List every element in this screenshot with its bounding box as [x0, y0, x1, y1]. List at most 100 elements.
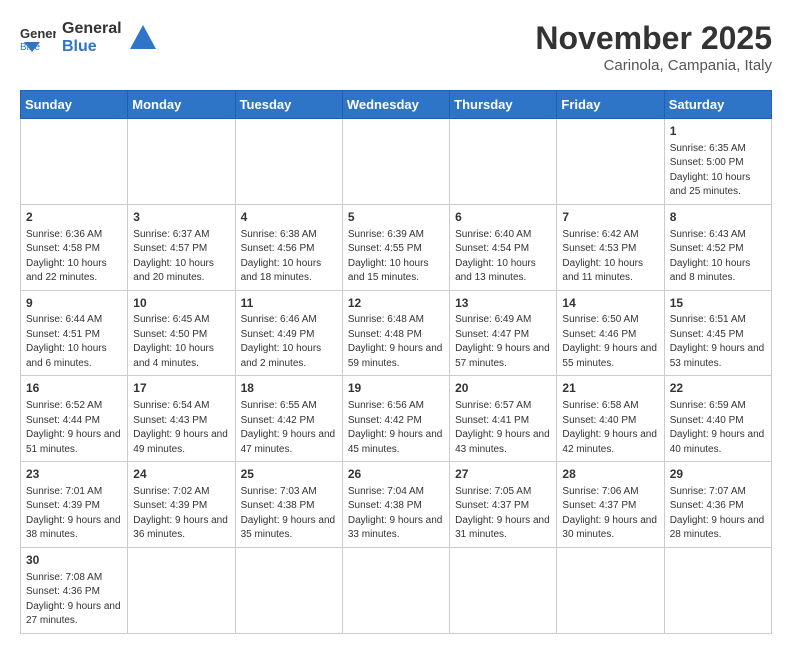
day-info: Sunrise: 6:39 AM Sunset: 4:55 PM Dayligh… [348, 228, 444, 286]
weekday-header-row: SundayMondayTuesdayWednesdayThursdayFrid… [21, 91, 772, 119]
day-number: 25 [241, 466, 337, 483]
day-number: 2 [26, 209, 122, 226]
logo-icon: General Blue [20, 24, 56, 52]
calendar-cell [128, 119, 235, 205]
day-number: 27 [455, 466, 551, 483]
calendar-cell: 24 Sunrise: 7:02 AM Sunset: 4:39 PM Dayli… [128, 462, 235, 548]
calendar-cell [21, 119, 128, 205]
calendar-cell: 9Sunrise: 6:44 AM Sunset: 4:51 PM Daylig… [21, 290, 128, 376]
day-number: 29 [670, 466, 766, 483]
calendar-cell [450, 547, 557, 633]
logo-triangle-icon [128, 23, 158, 53]
day-info: Sunrise: 7:06 AM Sunset: 4:37 PM Dayligh… [562, 485, 658, 543]
calendar-cell: 21 Sunrise: 6:58 AM Sunset: 4:40 PM Dayli… [557, 376, 664, 462]
weekday-header-monday: Monday [128, 91, 235, 119]
calendar-table: SundayMondayTuesdayWednesdayThursdayFrid… [20, 90, 772, 634]
logo-general-text: General [62, 20, 122, 38]
day-number: 5 [348, 209, 444, 226]
weekday-header-wednesday: Wednesday [342, 91, 449, 119]
day-info: Sunrise: 6:56 AM Sunset: 4:42 PM Dayligh… [348, 399, 444, 457]
day-number: 9 [26, 295, 122, 312]
calendar-cell: 27 Sunrise: 7:05 AM Sunset: 4:37 PM Dayli… [450, 462, 557, 548]
calendar-week-row: 1 Sunrise: 6:35 AM Sunset: 5:00 PM Daylig… [21, 119, 772, 205]
calendar-cell: 19 Sunrise: 6:56 AM Sunset: 4:42 PM Dayli… [342, 376, 449, 462]
calendar-cell [342, 119, 449, 205]
month-title: November 2025 [535, 20, 772, 57]
day-info: Sunrise: 6:59 AM Sunset: 4:40 PM Dayligh… [670, 399, 766, 457]
svg-text:General: General [20, 26, 56, 41]
day-number: 19 [348, 380, 444, 397]
day-number: 3 [133, 209, 229, 226]
logo: General Blue General Blue [20, 20, 158, 55]
calendar-cell [235, 547, 342, 633]
day-number: 16 [26, 380, 122, 397]
svg-text:Blue: Blue [20, 42, 40, 52]
weekday-header-friday: Friday [557, 91, 664, 119]
day-number: 18 [241, 380, 337, 397]
calendar-cell: 16Sunrise: 6:52 AM Sunset: 4:44 PM Dayli… [21, 376, 128, 462]
calendar-cell: 17Sunrise: 6:54 AM Sunset: 4:43 PM Dayli… [128, 376, 235, 462]
calendar-cell: 15Sunrise: 6:51 AM Sunset: 4:45 PM Dayli… [664, 290, 771, 376]
day-info: Sunrise: 6:36 AM Sunset: 4:58 PM Dayligh… [26, 228, 122, 286]
day-info: Sunrise: 7:07 AM Sunset: 4:36 PM Dayligh… [670, 485, 766, 543]
calendar-cell: 14Sunrise: 6:50 AM Sunset: 4:46 PM Dayli… [557, 290, 664, 376]
calendar-cell: 13Sunrise: 6:49 AM Sunset: 4:47 PM Dayli… [450, 290, 557, 376]
weekday-header-thursday: Thursday [450, 91, 557, 119]
calendar-cell: 30Sunrise: 7:08 AM Sunset: 4:36 PM Dayli… [21, 547, 128, 633]
calendar-cell: 28 Sunrise: 7:06 AM Sunset: 4:37 PM Dayli… [557, 462, 664, 548]
day-info: Sunrise: 6:40 AM Sunset: 4:54 PM Dayligh… [455, 228, 551, 286]
calendar-week-row: 9Sunrise: 6:44 AM Sunset: 4:51 PM Daylig… [21, 290, 772, 376]
calendar-cell: 11Sunrise: 6:46 AM Sunset: 4:49 PM Dayli… [235, 290, 342, 376]
calendar-cell: 12Sunrise: 6:48 AM Sunset: 4:48 PM Dayli… [342, 290, 449, 376]
day-number: 14 [562, 295, 658, 312]
day-number: 12 [348, 295, 444, 312]
day-number: 21 [562, 380, 658, 397]
day-info: Sunrise: 6:43 AM Sunset: 4:52 PM Dayligh… [670, 228, 766, 286]
day-info: Sunrise: 7:05 AM Sunset: 4:37 PM Dayligh… [455, 485, 551, 543]
calendar-week-row: 30Sunrise: 7:08 AM Sunset: 4:36 PM Dayli… [21, 547, 772, 633]
calendar-cell: 2 Sunrise: 6:36 AM Sunset: 4:58 PM Daylig… [21, 204, 128, 290]
day-number: 4 [241, 209, 337, 226]
day-info: Sunrise: 6:55 AM Sunset: 4:42 PM Dayligh… [241, 399, 337, 457]
day-number: 11 [241, 295, 337, 312]
day-number: 7 [562, 209, 658, 226]
day-number: 24 [133, 466, 229, 483]
weekday-header-tuesday: Tuesday [235, 91, 342, 119]
calendar-week-row: 2 Sunrise: 6:36 AM Sunset: 4:58 PM Daylig… [21, 204, 772, 290]
calendar-cell: 20Sunrise: 6:57 AM Sunset: 4:41 PM Dayli… [450, 376, 557, 462]
calendar-cell [557, 119, 664, 205]
day-info: Sunrise: 6:58 AM Sunset: 4:40 PM Dayligh… [562, 399, 658, 457]
day-info: Sunrise: 6:49 AM Sunset: 4:47 PM Dayligh… [455, 313, 551, 371]
calendar-cell: 8 Sunrise: 6:43 AM Sunset: 4:52 PM Daylig… [664, 204, 771, 290]
day-number: 23 [26, 466, 122, 483]
day-info: Sunrise: 6:50 AM Sunset: 4:46 PM Dayligh… [562, 313, 658, 371]
calendar-cell: 29 Sunrise: 7:07 AM Sunset: 4:36 PM Dayli… [664, 462, 771, 548]
day-info: Sunrise: 6:35 AM Sunset: 5:00 PM Dayligh… [670, 142, 766, 200]
calendar-cell: 10Sunrise: 6:45 AM Sunset: 4:50 PM Dayli… [128, 290, 235, 376]
day-info: Sunrise: 6:42 AM Sunset: 4:53 PM Dayligh… [562, 228, 658, 286]
calendar-cell: 1 Sunrise: 6:35 AM Sunset: 5:00 PM Daylig… [664, 119, 771, 205]
calendar-cell: 23Sunrise: 7:01 AM Sunset: 4:39 PM Dayli… [21, 462, 128, 548]
calendar-cell [128, 547, 235, 633]
day-number: 8 [670, 209, 766, 226]
calendar-cell: 22Sunrise: 6:59 AM Sunset: 4:40 PM Dayli… [664, 376, 771, 462]
calendar-cell: 3Sunrise: 6:37 AM Sunset: 4:57 PM Daylig… [128, 204, 235, 290]
calendar-week-row: 16Sunrise: 6:52 AM Sunset: 4:44 PM Dayli… [21, 376, 772, 462]
day-info: Sunrise: 6:51 AM Sunset: 4:45 PM Dayligh… [670, 313, 766, 371]
day-info: Sunrise: 6:44 AM Sunset: 4:51 PM Dayligh… [26, 313, 122, 371]
day-info: Sunrise: 7:02 AM Sunset: 4:39 PM Dayligh… [133, 485, 229, 543]
day-number: 20 [455, 380, 551, 397]
day-info: Sunrise: 6:46 AM Sunset: 4:49 PM Dayligh… [241, 313, 337, 371]
day-number: 13 [455, 295, 551, 312]
day-number: 28 [562, 466, 658, 483]
day-number: 1 [670, 123, 766, 140]
calendar-cell [342, 547, 449, 633]
day-info: Sunrise: 7:04 AM Sunset: 4:38 PM Dayligh… [348, 485, 444, 543]
day-number: 26 [348, 466, 444, 483]
calendar-cell: 7 Sunrise: 6:42 AM Sunset: 4:53 PM Daylig… [557, 204, 664, 290]
calendar-cell: 18 Sunrise: 6:55 AM Sunset: 4:42 PM Dayli… [235, 376, 342, 462]
calendar-cell: 5 Sunrise: 6:39 AM Sunset: 4:55 PM Daylig… [342, 204, 449, 290]
weekday-header-sunday: Sunday [21, 91, 128, 119]
day-number: 17 [133, 380, 229, 397]
page-header: General Blue General Blue November 2025 … [20, 20, 772, 74]
